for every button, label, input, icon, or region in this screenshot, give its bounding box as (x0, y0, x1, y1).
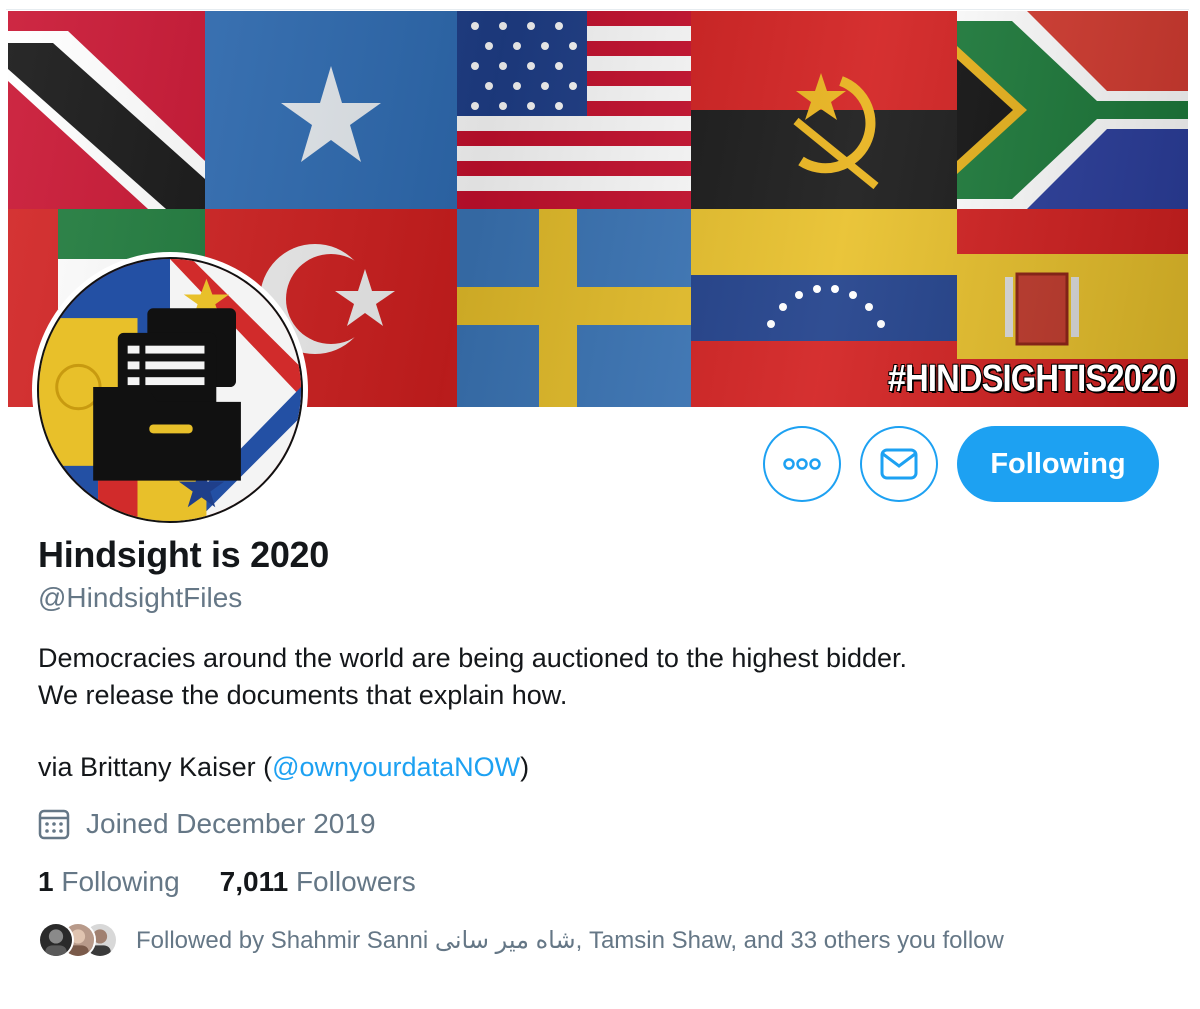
more-button[interactable] (763, 426, 841, 502)
avatar-image (37, 257, 303, 523)
followed-by-row[interactable]: Followed by Shahmir Sanni شاه میر سانی, … (38, 922, 1004, 958)
follow-stats: 1 Following 7,011 Followers (38, 866, 416, 898)
following-stat[interactable]: 1 Following (38, 866, 180, 898)
flag-south-africa (957, 11, 1188, 209)
calendar-icon (38, 809, 70, 840)
more-dots-icon (783, 458, 821, 470)
profile-name: Hindsight is 2020 (38, 534, 329, 575)
divider (6, 9, 1189, 10)
flag-united-states (457, 11, 691, 209)
followers-stat[interactable]: 7,011 Followers (220, 866, 416, 898)
followers-label: Followers (295, 866, 416, 897)
via-prefix: via Brittany Kaiser ( (38, 752, 273, 782)
profile-handle: @HindsightFiles (38, 582, 243, 613)
following-button[interactable]: Following (957, 426, 1159, 502)
message-button[interactable] (860, 426, 938, 502)
following-label: Following (61, 866, 180, 897)
avatar (38, 922, 74, 958)
profile-page: #HINDSIGHTIS2020 Following Hindsight is … (0, 0, 1200, 1009)
via-suffix: ) (520, 752, 530, 782)
flag-trinidad-and-tobago (8, 11, 205, 209)
profile-via-line: via Brittany Kaiser (@ownyourdataNOW) (38, 752, 529, 783)
flag-sweden (457, 209, 691, 407)
followed-by-text: Followed by Shahmir Sanni شاه میر سانی, … (136, 926, 1004, 954)
followed-by-avatars (38, 922, 118, 958)
banner-hashtag: #HINDSIGHTIS2020 (888, 358, 1177, 400)
flag-angola (691, 11, 957, 209)
followers-count: 7,011 (219, 866, 289, 897)
envelope-icon (880, 448, 918, 480)
joined-text: Joined December 2019 (86, 808, 376, 839)
via-mention-link[interactable]: @ownyourdataNOW (272, 752, 520, 782)
flag-somalia (205, 11, 457, 209)
profile-bio: Democracies around the world are being a… (38, 643, 908, 710)
joined-date: Joined December 2019 (38, 808, 376, 840)
following-count: 1 (38, 866, 54, 897)
avatar[interactable] (32, 252, 308, 528)
